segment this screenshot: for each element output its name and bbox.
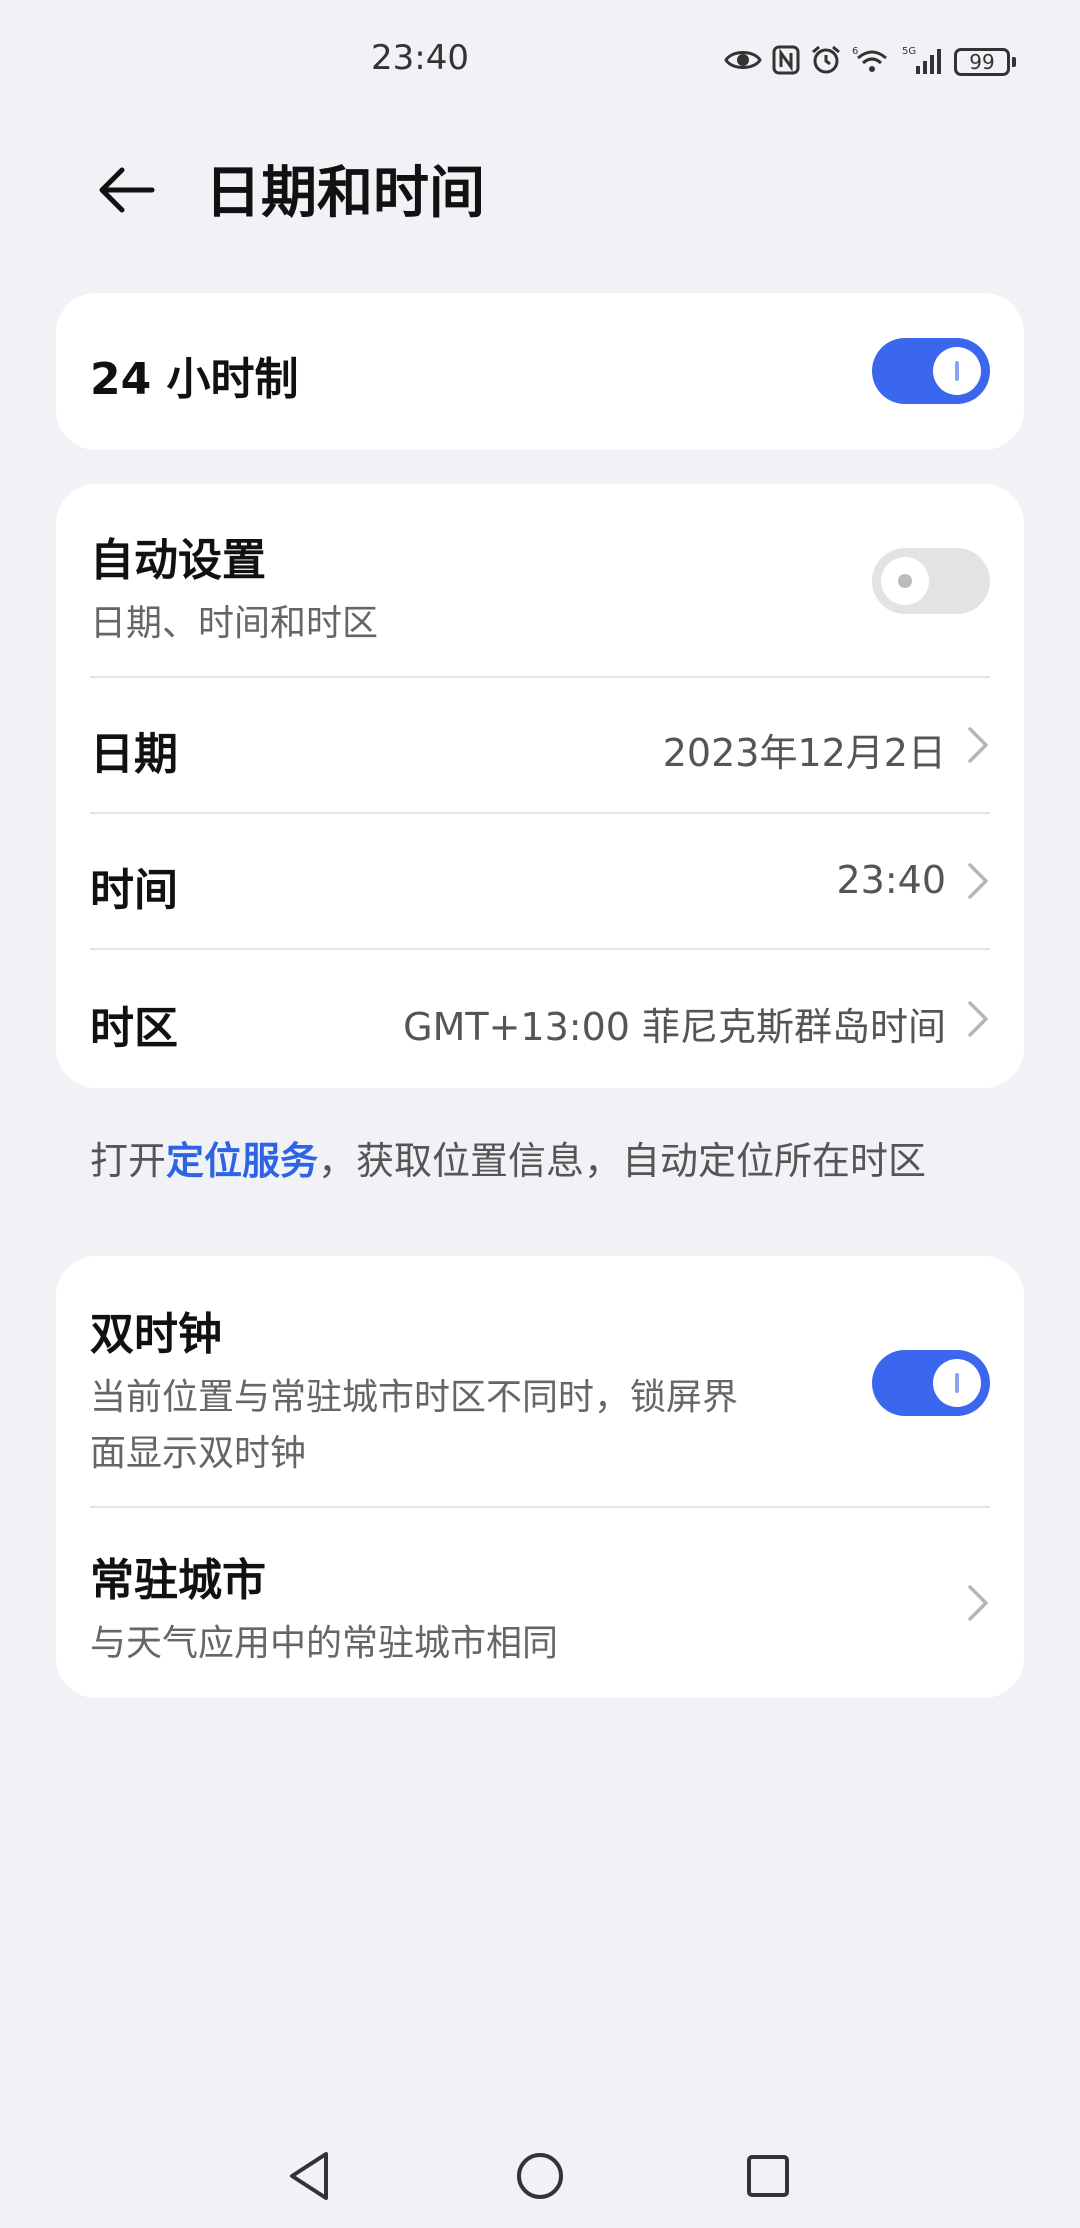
chevron-right-icon xyxy=(968,863,988,899)
svg-text:5G: 5G xyxy=(902,46,916,57)
hint-suffix: ，获取位置信息，自动定位所在时区 xyxy=(318,1139,927,1183)
dual-clock-toggle[interactable] xyxy=(872,1350,990,1416)
chevron-right-icon xyxy=(968,1585,988,1621)
status-icons: 6 5G 99 xyxy=(724,42,1016,82)
toggle-knob xyxy=(933,1359,981,1407)
nav-recents-icon[interactable] xyxy=(740,2148,796,2204)
wifi-icon: 6 xyxy=(852,44,892,80)
auto-setting-toggle[interactable] xyxy=(872,548,990,614)
hint-prefix: 打开 xyxy=(90,1139,167,1183)
auto-setting-title: 自动设置 xyxy=(90,535,266,586)
dual-clock-subtitle: 当前位置与常驻城市时区不同时，锁屏界 面显示双时钟 xyxy=(90,1370,810,1482)
chevron-right-icon xyxy=(968,727,988,763)
location-hint: 打开定位服务，获取位置信息，自动定位所在时区 xyxy=(90,1130,926,1185)
time-row[interactable]: 时间 23:40 xyxy=(56,814,1024,948)
back-button[interactable] xyxy=(86,150,166,230)
eye-icon xyxy=(724,47,762,77)
toggle-knob xyxy=(933,347,981,395)
hour24-card: 24 小时制 xyxy=(56,293,1024,450)
navigation-bar xyxy=(0,2120,1080,2228)
auto-setting-subtitle: 日期、时间和时区 xyxy=(90,603,379,644)
time-label: 时间 xyxy=(90,865,178,916)
date-value: 2023年12月2日 xyxy=(662,731,946,775)
dual-clock-subtitle-line1: 当前位置与常驻城市时区不同时，锁屏界 xyxy=(90,1377,739,1418)
dual-clock-row[interactable]: 双时钟 当前位置与常驻城市时区不同时，锁屏界 面显示双时钟 xyxy=(56,1256,1024,1506)
hour24-toggle[interactable] xyxy=(872,338,990,404)
location-service-link[interactable]: 定位服务 xyxy=(166,1139,318,1183)
page-title: 日期和时间 xyxy=(205,161,485,226)
nfc-icon xyxy=(772,45,800,79)
toggle-knob xyxy=(881,557,929,605)
svg-text:6: 6 xyxy=(852,46,858,57)
time-value: 23:40 xyxy=(836,858,946,902)
dual-clock-card: 双时钟 当前位置与常驻城市时区不同时，锁屏界 面显示双时钟 常驻城市 与天气应用中… xyxy=(56,1256,1024,1698)
hour24-row[interactable]: 24 小时制 xyxy=(56,293,1024,450)
timezone-label: 时区 xyxy=(90,1003,178,1054)
status-bar: 23:40 6 5G 99 xyxy=(0,0,1080,120)
dual-clock-title: 双时钟 xyxy=(90,1309,222,1360)
date-row[interactable]: 日期 2023年12月2日 xyxy=(56,678,1024,812)
battery-icon: 99 xyxy=(954,48,1016,76)
timezone-row[interactable]: 时区 GMT+13:00 菲尼克斯群岛时间 xyxy=(56,950,1024,1088)
auto-setting-row[interactable]: 自动设置 日期、时间和时区 xyxy=(56,484,1024,676)
home-city-row[interactable]: 常驻城市 与天气应用中的常驻城市相同 xyxy=(56,1508,1024,1698)
header: 日期和时间 xyxy=(0,120,1080,250)
timezone-value: GMT+13:00 菲尼克斯群岛时间 xyxy=(403,1005,946,1049)
chevron-right-icon xyxy=(968,1001,988,1037)
status-time: 23:40 xyxy=(371,38,469,78)
signal-icon: 5G xyxy=(902,44,944,80)
date-label: 日期 xyxy=(90,729,178,780)
home-city-subtitle: 与天气应用中的常驻城市相同 xyxy=(90,1623,559,1664)
alarm-icon xyxy=(810,44,842,80)
home-city-title: 常驻城市 xyxy=(90,1555,266,1606)
dual-clock-subtitle-line2: 面显示双时钟 xyxy=(90,1433,307,1474)
datetime-card: 自动设置 日期、时间和时区 日期 2023年12月2日 时间 23:40 时区 … xyxy=(56,484,1024,1088)
nav-home-icon[interactable] xyxy=(512,2148,568,2204)
nav-back-icon[interactable] xyxy=(282,2148,338,2204)
hour24-label: 24 小时制 xyxy=(90,354,299,405)
back-arrow-icon xyxy=(99,167,155,213)
